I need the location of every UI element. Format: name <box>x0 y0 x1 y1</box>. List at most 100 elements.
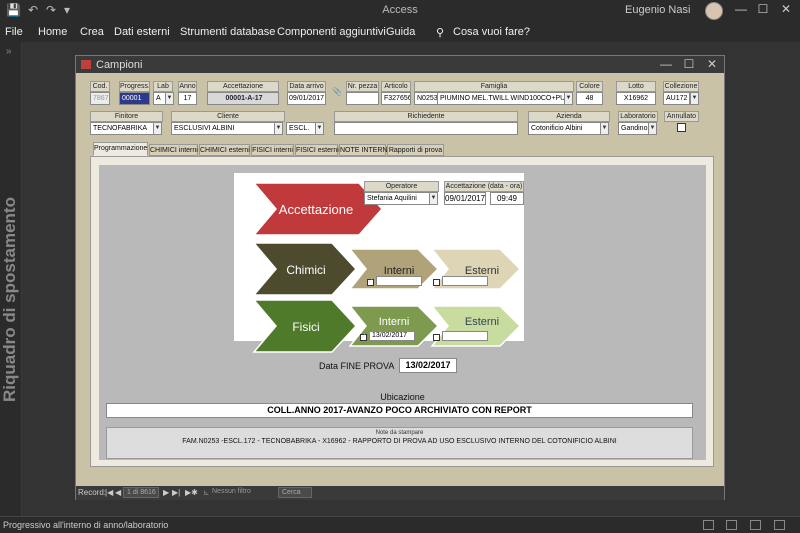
cliente-code-field[interactable]: ESCL. <box>286 122 316 135</box>
chimici-arrow[interactable]: Chimici <box>252 242 358 296</box>
minimize-icon[interactable]: — <box>730 2 752 16</box>
acc-date-field[interactable]: 09/01/2017 <box>444 192 486 205</box>
data-arrivo-field[interactable]: 09/01/2017 <box>287 92 326 105</box>
tab-chimici-interni[interactable]: CHIMICI interni <box>149 144 198 156</box>
acc-time-field[interactable]: 09:49 <box>490 192 524 205</box>
richiedente-field[interactable] <box>334 122 518 135</box>
progress-field[interactable]: 00001 <box>119 92 150 105</box>
collezione-field[interactable]: AU172 <box>663 92 690 105</box>
collezione-dropdown-icon[interactable]: ▼ <box>690 92 699 105</box>
finitore-field[interactable]: TECNOFABRIKA <box>90 122 154 135</box>
laboratorio-label: Laboratorio <box>618 111 658 122</box>
famiglia-dropdown-icon[interactable]: ▼ <box>564 92 573 105</box>
previous-record-icon[interactable]: ◀ <box>115 488 121 497</box>
anno-label: Anno <box>178 81 197 92</box>
form-close-icon[interactable]: ✕ <box>702 57 722 71</box>
note-da-stampare-value: FAM.N0253 -ESCL.172 - TECNOBABRIKA - X16… <box>182 438 617 445</box>
cliente-code-dropdown-icon[interactable]: ▼ <box>315 122 324 135</box>
articolo-field[interactable]: F3276566 <box>381 92 411 105</box>
anno-field[interactable]: 17 <box>178 92 197 105</box>
fisici-esterni-date[interactable] <box>442 331 488 341</box>
first-record-icon[interactable]: |◀ <box>105 488 113 497</box>
azienda-dropdown-icon[interactable]: ▼ <box>600 122 609 135</box>
attachment-icon[interactable]: 📎 <box>332 87 342 96</box>
menu-dati-esterni[interactable]: Dati esterni <box>114 26 170 38</box>
tab-programmazione[interactable]: Programmazione <box>93 142 148 156</box>
tab-fisici-esterni[interactable]: FISICI esterni <box>295 144 339 156</box>
design-view-icon[interactable] <box>774 520 785 530</box>
tab-chimici-esterni[interactable]: CHIMICI esterni <box>199 144 250 156</box>
menu-crea[interactable]: Crea <box>80 26 104 38</box>
lotto-field[interactable]: X16962 <box>616 92 656 105</box>
famiglia-field[interactable]: PIUMINO MEL.TWILL WIND100CO+PU <box>437 92 565 105</box>
chimici-interni-checkbox[interactable]: ✓ <box>367 279 374 286</box>
avatar[interactable] <box>705 2 723 20</box>
annullato-checkbox[interactable] <box>677 123 686 132</box>
note-da-stampare-label: Note da stampare <box>375 430 424 436</box>
menu-file[interactable]: File <box>5 26 23 38</box>
record-search-input[interactable]: Cerca <box>278 487 312 498</box>
operatore-field[interactable]: Stefania Aquilini <box>364 192 430 205</box>
azienda-field[interactable]: Cotonificio Albini <box>528 122 601 135</box>
accettazione-field[interactable]: 00001-A-17 <box>207 92 279 105</box>
colore-label: Colore <box>576 81 603 92</box>
chimici-esterni-checkbox[interactable] <box>433 279 440 286</box>
operatore-dropdown-icon[interactable]: ▼ <box>429 192 438 205</box>
user-name[interactable]: Eugenio Nasi <box>625 4 690 16</box>
ribbon-menu: File Home Crea Dati esterni Strumenti da… <box>0 22 800 42</box>
form-restore-icon[interactable]: ☐ <box>679 57 699 71</box>
datasheet-view-icon[interactable] <box>726 520 737 530</box>
save-icon[interactable]: 💾 <box>6 3 21 17</box>
new-record-icon[interactable]: ▶✱ <box>185 488 198 497</box>
nr-pezza-field[interactable] <box>346 92 379 105</box>
tab-fisici-interni[interactable]: FISICI interni <box>251 144 294 156</box>
redo-icon[interactable]: ↷ <box>46 3 56 17</box>
finitore-dropdown-icon[interactable]: ▼ <box>153 122 162 135</box>
menu-componenti-aggiuntivi[interactable]: Componenti aggiuntivi <box>277 26 386 38</box>
expand-nav-icon[interactable]: » <box>6 46 12 57</box>
menu-guida[interactable]: Guida <box>386 26 415 38</box>
accettazione-arrow[interactable]: Accettazione <box>252 182 384 236</box>
fisici-arrow[interactable]: Fisici <box>252 299 358 353</box>
restore-icon[interactable]: ☐ <box>752 2 774 16</box>
menu-strumenti-database[interactable]: Strumenti database <box>180 26 275 38</box>
form-view-icon[interactable] <box>703 520 714 530</box>
tell-me-search-icon[interactable]: ⚲ <box>436 26 444 39</box>
navigation-pane-collapsed[interactable]: » Riquadro di spostamento <box>0 42 22 516</box>
cod-field[interactable]: 7867 <box>90 92 110 105</box>
filter-status[interactable]: Nessun filtro <box>212 488 251 495</box>
laboratorio-field[interactable]: Gandino <box>618 122 649 135</box>
form-title: Campioni <box>96 59 143 71</box>
data-fine-prova-field[interactable]: 13/02/2017 <box>399 358 457 373</box>
layout-view-icon[interactable] <box>750 520 761 530</box>
form-minimize-icon[interactable]: — <box>656 57 676 71</box>
menu-home[interactable]: Home <box>38 26 67 38</box>
progress-label: Progress. <box>119 81 150 92</box>
fisici-interni-date[interactable]: 13/02/2017 <box>369 331 415 341</box>
close-icon[interactable]: ✕ <box>775 2 797 16</box>
famiglia-code-field[interactable]: N0253 <box>414 92 438 105</box>
colore-field[interactable]: 48 <box>576 92 603 105</box>
fisici-interni-checkbox[interactable]: ✓ <box>360 334 367 341</box>
tab-rapporti-di-prova[interactable]: Rapporti di prova <box>387 144 444 156</box>
note-da-stampare-box[interactable]: Note da stampare FAM.N0253 -ESCL.172 - T… <box>106 427 693 459</box>
customize-quick-access-icon[interactable]: ▾ <box>64 3 70 17</box>
filter-icon[interactable]: ⊾ <box>203 488 210 497</box>
accettazione-arrow-label: Accettazione <box>279 202 353 217</box>
lab-label: Lab <box>153 81 173 92</box>
lab-dropdown-icon[interactable]: ▼ <box>165 92 174 105</box>
cliente-dropdown-icon[interactable]: ▼ <box>274 122 283 135</box>
last-record-icon[interactable]: ▶| <box>172 488 180 497</box>
undo-icon[interactable]: ↶ <box>28 3 38 17</box>
next-record-icon[interactable]: ▶ <box>163 488 169 497</box>
tell-me-input[interactable]: Cosa vuoi fare? <box>453 26 530 38</box>
chimici-esterni-date[interactable] <box>442 276 488 286</box>
chimici-interni-date[interactable] <box>376 276 422 286</box>
ubicazione-field[interactable]: COLL.ANNO 2017-AVANZO POCO ARCHIVIATO CO… <box>106 403 693 418</box>
form-icon <box>81 60 91 69</box>
record-position-input[interactable]: 1 di 8616 <box>123 487 159 498</box>
cliente-field[interactable]: ESCLUSIVI ALBINI <box>171 122 275 135</box>
tab-note-interne[interactable]: NOTE INTERNE <box>339 144 392 156</box>
laboratorio-dropdown-icon[interactable]: ▼ <box>648 122 657 135</box>
fisici-esterni-checkbox[interactable] <box>433 334 440 341</box>
